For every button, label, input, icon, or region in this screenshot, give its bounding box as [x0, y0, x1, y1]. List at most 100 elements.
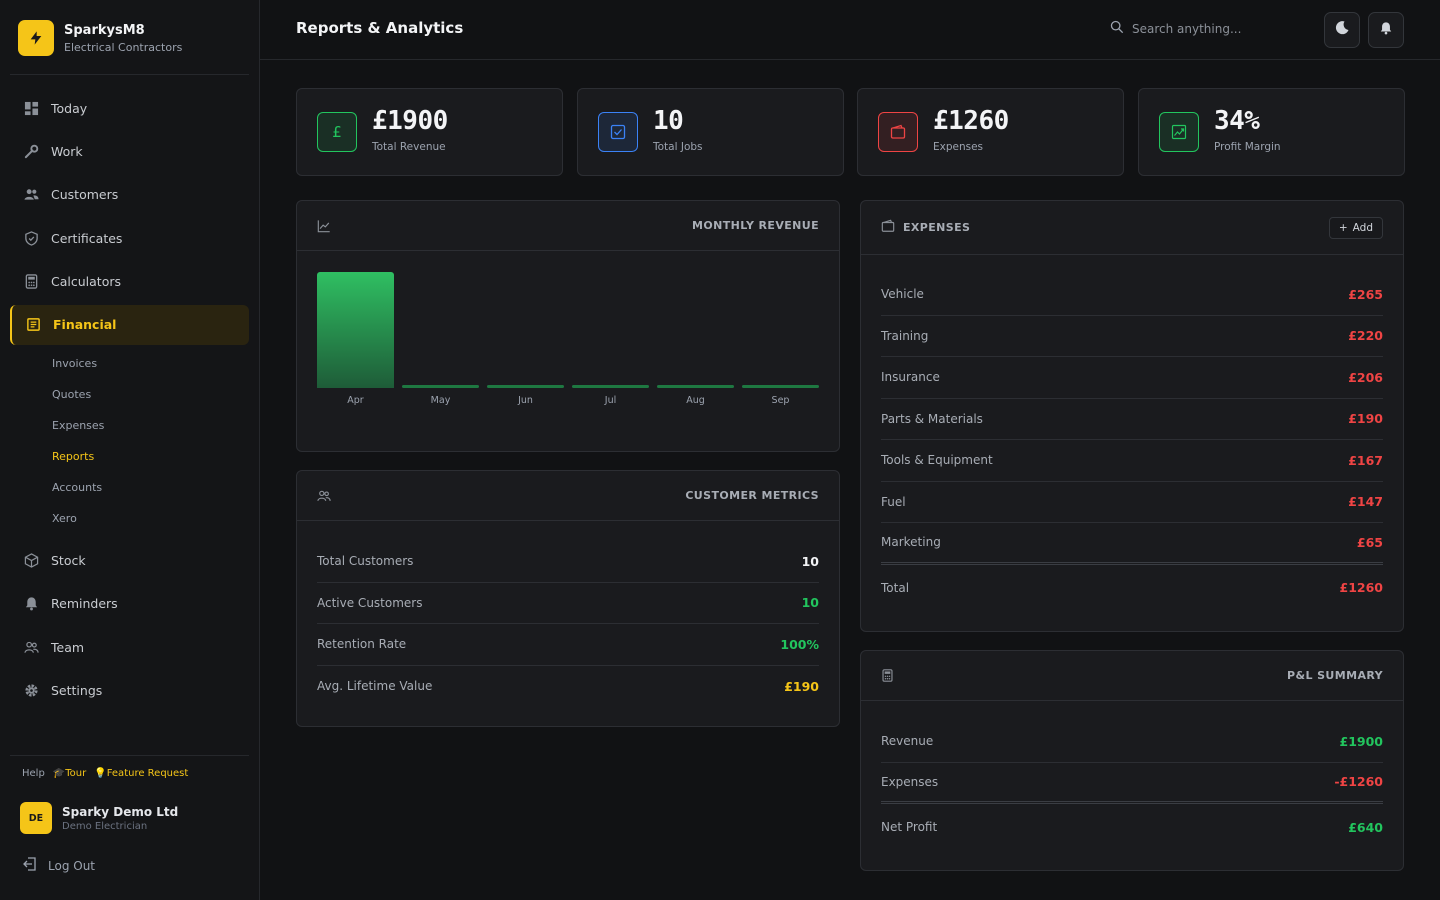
brand[interactable]: SparkysM8 Electrical Contractors: [18, 20, 182, 56]
nav-item-calculators[interactable]: Calculators: [10, 262, 249, 302]
pnl-value: -£1260: [1334, 774, 1383, 790]
expense-value: £206: [1348, 369, 1383, 385]
pnl-row: Revenue £1900: [881, 721, 1383, 763]
feature-request-link[interactable]: 💡Feature Request: [94, 768, 188, 779]
expense-label: Marketing: [881, 535, 941, 550]
main-nav: Today Work Customers Certificates Calcul…: [10, 88, 249, 714]
panel-title: EXPENSES: [903, 221, 971, 234]
graduation-cap-icon: 🎓: [52, 768, 66, 779]
nav-label: Certificates: [51, 230, 123, 246]
panel-header: EXPENSES + Add: [861, 201, 1403, 255]
stat-label: Profit Margin: [1214, 141, 1281, 153]
line-chart-icon: [317, 219, 331, 233]
expense-value: £167: [1348, 452, 1383, 468]
wrench-icon: [23, 143, 39, 159]
subnav-item-quotes[interactable]: Quotes: [52, 379, 249, 410]
revenue-bar-chart: Apr May Jun Jul Aug Sep: [317, 271, 820, 421]
nav-item-certificates[interactable]: Certificates: [10, 218, 249, 258]
panel-title: MONTHLY REVENUE: [692, 219, 819, 232]
pound-glyph: £: [332, 123, 342, 141]
help-link[interactable]: Help: [22, 768, 45, 779]
expense-row: Tools & Equipment £167: [881, 440, 1383, 482]
user-profile[interactable]: DE Sparky Demo Ltd Demo Electrician: [20, 802, 178, 834]
pnl-row: Expenses -£1260: [881, 763, 1383, 804]
check-square-icon: [598, 112, 638, 152]
pnl-label: Net Profit: [881, 820, 938, 834]
subnav-item-accounts[interactable]: Accounts: [52, 472, 249, 503]
nav-item-financial[interactable]: Financial: [10, 304, 249, 345]
expense-value: £147: [1348, 494, 1383, 510]
stat-label: Total Jobs: [653, 141, 703, 153]
stat-label: Expenses: [933, 141, 984, 153]
stat-value: £1260: [933, 106, 1009, 136]
theme-toggle-button[interactable]: [1324, 12, 1360, 48]
expense-label: Vehicle: [881, 287, 924, 302]
nav-item-settings[interactable]: Settings: [10, 671, 249, 711]
metric-value: 100%: [780, 636, 819, 652]
metric-label: Avg. Lifetime Value: [317, 679, 433, 694]
user-name: Sparky Demo Ltd: [62, 804, 179, 819]
nav-item-customers[interactable]: Customers: [10, 175, 249, 215]
user-role: Demo Electrician: [62, 820, 148, 832]
dashboard-icon: [23, 100, 39, 116]
logout-label: Log Out: [48, 858, 96, 873]
nav-label: Calculators: [51, 274, 121, 290]
expense-value: £265: [1348, 286, 1383, 302]
plus-icon: +: [1338, 221, 1348, 234]
nav-label: Today: [51, 100, 88, 116]
stat-label: Total Revenue: [372, 141, 446, 153]
notifications-button[interactable]: [1368, 12, 1404, 48]
shield-icon: [23, 230, 39, 246]
expenses-panel: EXPENSES + Add Vehicle £265 Training £220 …: [860, 200, 1404, 632]
metric-row: Active Customers 10: [317, 583, 819, 624]
lightbulb-icon: 💡: [94, 768, 107, 779]
panel-title: P&L SUMMARY: [1287, 669, 1383, 682]
sidebar: SparkysM8 Electrical Contractors Today W…: [0, 0, 260, 900]
stat-card-profit-margin: 34% Profit Margin: [1138, 88, 1405, 176]
nav-item-stock[interactable]: Stock: [10, 540, 249, 580]
add-expense-button[interactable]: + Add: [1328, 216, 1383, 239]
team-icon: [23, 639, 39, 655]
receipt-icon: [25, 317, 41, 333]
nav-item-reminders[interactable]: Reminders: [10, 584, 249, 624]
expense-label: Fuel: [881, 494, 906, 509]
wallet-icon: [878, 112, 918, 152]
search-icon: [1110, 20, 1124, 37]
expense-label: Training: [881, 328, 929, 343]
chart-bar: [402, 385, 479, 388]
monthly-revenue-panel: MONTHLY REVENUE Apr May Jun Jul Aug Sep: [296, 200, 840, 452]
search-input[interactable]: [1132, 21, 1312, 36]
tour-link[interactable]: 🎓Tour: [53, 768, 86, 779]
lightning-icon: [18, 20, 54, 56]
metric-value: £190: [784, 678, 819, 694]
page-title: Reports & Analytics: [296, 19, 464, 37]
expense-row: Vehicle £265: [881, 274, 1383, 316]
add-label: Add: [1352, 221, 1373, 234]
nav-item-work[interactable]: Work: [10, 131, 249, 171]
panel-header: P&L SUMMARY: [861, 651, 1403, 701]
metrics-list: Total Customers 10 Active Customers 10 R…: [297, 521, 839, 707]
trending-up-icon: [1159, 112, 1199, 152]
logout-button[interactable]: Log Out: [22, 856, 95, 875]
metric-value: 10: [801, 553, 819, 569]
tour-label: Tour: [65, 768, 87, 779]
chart-x-tick-label: Aug: [686, 395, 705, 406]
expense-row: Insurance £206: [881, 357, 1383, 399]
subnav-item-invoices[interactable]: Invoices: [52, 348, 249, 379]
subnav-item-xero[interactable]: Xero: [52, 503, 249, 534]
expense-total-row: Total £1260: [881, 565, 1383, 611]
expense-value: £190: [1348, 411, 1383, 427]
metric-row: Avg. Lifetime Value £190: [317, 666, 819, 708]
chart-bar: [572, 385, 649, 388]
expense-row: Training £220: [881, 316, 1383, 357]
nav-item-today[interactable]: Today: [10, 88, 249, 128]
subnav-item-reports[interactable]: Reports: [52, 441, 249, 472]
help-links: Help 🎓Tour 💡Feature Request: [22, 768, 188, 779]
metric-row: Retention Rate 100%: [317, 624, 819, 666]
nav-item-team[interactable]: Team: [10, 627, 249, 667]
nav-label: Reminders: [51, 596, 118, 612]
subnav-item-expenses[interactable]: Expenses: [52, 410, 249, 441]
search-bar[interactable]: [1110, 20, 1312, 37]
calculator-icon: [23, 274, 39, 290]
chart-x-tick-label: May: [430, 395, 451, 406]
